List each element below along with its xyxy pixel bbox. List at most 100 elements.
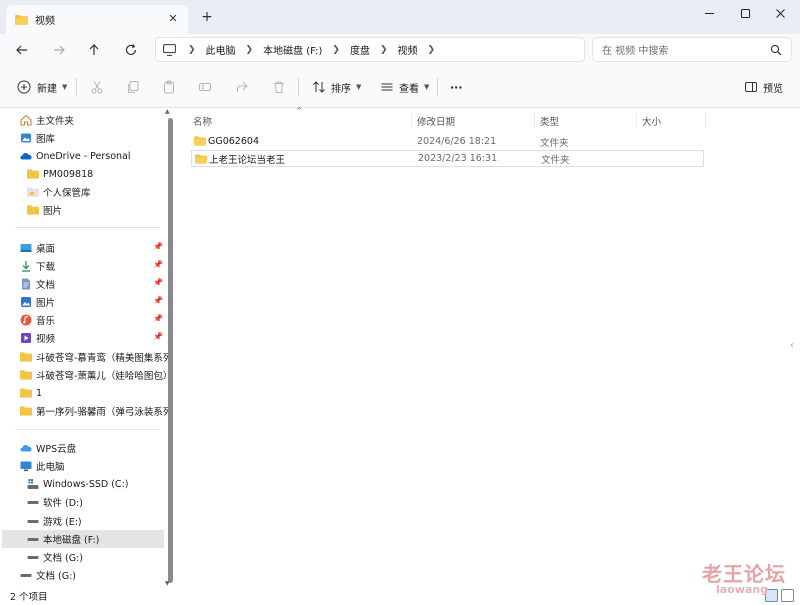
chevron-left-icon[interactable]: ‹ [790, 340, 794, 351]
address-bar[interactable]: ❯ 此电脑 ❯ 本地磁盘 (F:) ❯ 度盘 ❯ 视频 ❯ [155, 37, 585, 62]
column-header-modified[interactable]: 修改日期 [417, 114, 455, 128]
sidebar-item-folder[interactable]: 斗破苍穹-慕青鸾（精美图集系列 [20, 348, 184, 366]
table-row[interactable]: GG062604 2024/6/26 18:21 文件夹 [191, 133, 704, 150]
view-button[interactable]: 查看 ▼ [378, 78, 429, 96]
drive-icon [20, 569, 32, 581]
sidebar-item-drive-e[interactable]: 游戏 (E:) [27, 512, 191, 530]
sidebar-item-label: 1 [36, 387, 43, 399]
paste-icon [160, 78, 178, 96]
rename-button[interactable] [196, 78, 214, 96]
sidebar-item-drive-d[interactable]: 软件 (D:) [27, 493, 191, 511]
pin-icon[interactable]: 📌 [153, 260, 163, 269]
sidebar-item-label: 第一序列-骆馨雨（弹弓泳装系列 [36, 407, 173, 418]
preview-button[interactable]: 预览 [742, 78, 783, 96]
sidebar-item-label: 游戏 (E:) [43, 517, 82, 528]
computer-icon [163, 43, 176, 56]
chevron-down-icon: ▼ [424, 83, 430, 91]
sidebar-item-label: OneDrive - Personal [36, 150, 131, 162]
view-label: 查看 [399, 83, 419, 95]
cut-button[interactable] [88, 78, 106, 96]
column-header-type[interactable]: 类型 [540, 114, 559, 128]
column-divider[interactable] [705, 113, 706, 127]
up-icon[interactable] [86, 42, 102, 58]
sidebar-item-folder[interactable]: 第一序列-骆馨雨（弹弓泳装系列 [20, 402, 184, 420]
sidebar-item-label: 主文件夹 [36, 116, 75, 127]
view-icon [378, 78, 396, 96]
column-divider[interactable] [636, 113, 637, 127]
pin-icon[interactable]: 📌 [153, 332, 163, 341]
sidebar-item-folder[interactable]: 1 [20, 384, 184, 402]
sidebar-item-pm009818[interactable]: PM009818 [27, 165, 191, 183]
preview-label: 预览 [763, 83, 783, 95]
sidebar-item-label: Windows-SSD (C:) [43, 478, 129, 490]
sidebar-item-onedrive[interactable]: OneDrive - Personal [20, 147, 184, 165]
breadcrumb-this-pc[interactable]: 此电脑 [206, 42, 236, 57]
folder-icon [20, 369, 32, 381]
tab-title: 视频 [35, 16, 55, 27]
close-tab-icon[interactable]: ✕ [167, 13, 179, 25]
sort-button[interactable]: 排序 ▼ [310, 78, 361, 96]
sidebar-item-label: 音乐 [36, 316, 56, 327]
sidebar-item-label: 斗破苍穹-萧薰儿（娃哈哈图包） [36, 371, 173, 382]
share-button[interactable] [233, 78, 251, 96]
breadcrumb-drive-f[interactable]: 本地磁盘 (F:) [263, 42, 322, 57]
system-drive-icon [27, 478, 39, 490]
sidebar-item-onedrive-pictures[interactable]: 图片 [27, 201, 191, 219]
sidebar-item-label: 软件 (D:) [43, 498, 83, 509]
sidebar-item-drive-g[interactable]: 文档 (G:) [27, 548, 191, 566]
drive-icon [27, 515, 39, 527]
folder-icon [20, 351, 32, 363]
more-options-button[interactable]: ··· [450, 78, 463, 96]
tiles-view-icon[interactable] [781, 589, 794, 602]
sidebar-item-wps-cloud[interactable]: WPS云盘 [20, 439, 184, 457]
sidebar-item-folder[interactable]: 斗破苍穹-萧薰儿（娃哈哈图包） [20, 366, 184, 384]
sidebar-item-drive-f[interactable]: 本地磁盘 (F:) [2, 530, 164, 548]
search-input[interactable]: 在 视频 中搜索 [592, 37, 792, 62]
pictures-icon [20, 296, 32, 308]
sidebar-scrollbar[interactable] [168, 118, 173, 583]
file-type: 文件夹 [540, 137, 569, 149]
chevron-right-icon[interactable]: ❯ [428, 45, 436, 55]
desktop-icon [20, 242, 32, 254]
home-icon [20, 114, 32, 126]
forward-icon[interactable] [51, 42, 67, 58]
paste-button[interactable] [160, 78, 178, 96]
column-divider[interactable] [534, 113, 535, 127]
sidebar-item-home[interactable]: 主文件夹 [20, 111, 184, 129]
scroll-up-icon[interactable]: ▲ [165, 108, 170, 115]
breadcrumb-dupan[interactable]: 度盘 [350, 42, 370, 57]
copy-button[interactable] [124, 78, 142, 96]
sidebar-item-gallery[interactable]: 图库 [20, 129, 184, 147]
sidebar-item-this-pc[interactable]: 此电脑 [20, 457, 184, 475]
pin-icon[interactable]: 📌 [153, 278, 163, 287]
column-header-name[interactable]: 名称 [193, 114, 212, 128]
column-header-size[interactable]: 大小 [642, 114, 661, 128]
folder-icon [195, 154, 207, 164]
delete-button[interactable] [270, 78, 288, 96]
sidebar-divider [15, 227, 160, 228]
back-icon[interactable] [14, 42, 30, 58]
sidebar-item-personal-vault[interactable]: 个人保管库 [27, 183, 191, 201]
pin-icon[interactable]: 📌 [153, 296, 163, 305]
refresh-icon[interactable] [123, 42, 139, 58]
maximize-icon[interactable] [733, 4, 757, 22]
pin-icon[interactable]: 📌 [153, 242, 163, 251]
vault-icon [27, 186, 39, 198]
sidebar-item-label: 下载 [36, 262, 56, 273]
breadcrumb-video[interactable]: 视频 [398, 42, 418, 57]
table-row[interactable]: 上老王论坛当老王 2023/2/23 16:31 文件夹 [191, 150, 704, 167]
minimize-icon[interactable] [697, 4, 721, 22]
toolbar-divider [298, 78, 299, 96]
command-bar: 新建 ▼ 排序 ▼ 查看 ▼ ··· 预览 [0, 66, 800, 108]
new-label: 新建 [37, 83, 57, 95]
sidebar-item-drive-g-root[interactable]: 文档 (G:) [20, 566, 184, 584]
new-tab-icon[interactable]: + [200, 10, 214, 24]
sidebar-item-drive-c[interactable]: Windows-SSD (C:) [27, 475, 191, 493]
tab-video[interactable]: 视频 ✕ [6, 5, 188, 34]
close-window-icon[interactable] [768, 4, 792, 22]
new-button[interactable]: 新建 ▼ [15, 78, 67, 96]
share-icon [233, 78, 251, 96]
pin-icon[interactable]: 📌 [153, 314, 163, 323]
sidebar-item-label: 斗破苍穹-慕青鸾（精美图集系列 [36, 353, 173, 364]
column-divider[interactable] [411, 113, 412, 127]
